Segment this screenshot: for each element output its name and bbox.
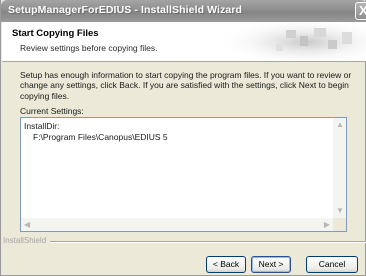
title-bar[interactable]: SetupManagerForEDIUS - InstallShield Wiz… bbox=[1, 0, 366, 22]
scroll-left-arrow-icon[interactable]: ◀ bbox=[24, 221, 30, 229]
close-icon: X bbox=[359, 3, 366, 18]
back-button[interactable]: < Back bbox=[206, 256, 246, 273]
installshield-brand: InstallShield bbox=[3, 236, 51, 245]
installshield-wizard-window: SetupManagerForEDIUS - InstallShield Wiz… bbox=[0, 0, 366, 276]
horizontal-scrollbar[interactable]: ◀ ▶ bbox=[21, 218, 333, 231]
next-button[interactable]: Next > bbox=[251, 256, 291, 273]
scroll-right-arrow-icon[interactable]: ▶ bbox=[324, 221, 330, 229]
current-settings-label: Current Settings: bbox=[20, 106, 84, 116]
cancel-button[interactable]: Cancel bbox=[306, 256, 358, 273]
current-settings-box[interactable]: InstallDir: F:\Program Files\Canopus\EDI… bbox=[20, 117, 347, 232]
footer-divider bbox=[46, 241, 366, 243]
scroll-down-arrow-icon[interactable]: ▼ bbox=[336, 207, 344, 215]
install-dir-path: F:\Program Files\Canopus\EDIUS 5 bbox=[33, 131, 168, 142]
wizard-header: Start Copying Files Review settings befo… bbox=[2, 22, 366, 62]
close-button[interactable]: X bbox=[355, 2, 366, 20]
page-title: Start Copying Files bbox=[12, 28, 99, 39]
scrollbar-corner bbox=[333, 218, 346, 231]
settings-content: InstallDir: F:\Program Files\Canopus\EDI… bbox=[24, 121, 168, 142]
description-text: Setup has enough information to start co… bbox=[20, 70, 352, 101]
page-subtitle: Review settings before copying files. bbox=[20, 43, 158, 53]
window-title: SetupManagerForEDIUS - InstallShield Wiz… bbox=[8, 4, 243, 16]
vertical-scrollbar[interactable]: ▲ ▼ bbox=[333, 118, 346, 218]
header-decoration-graphic bbox=[216, 22, 366, 61]
install-dir-label: InstallDir: bbox=[24, 121, 60, 131]
scroll-up-arrow-icon[interactable]: ▲ bbox=[336, 121, 344, 129]
